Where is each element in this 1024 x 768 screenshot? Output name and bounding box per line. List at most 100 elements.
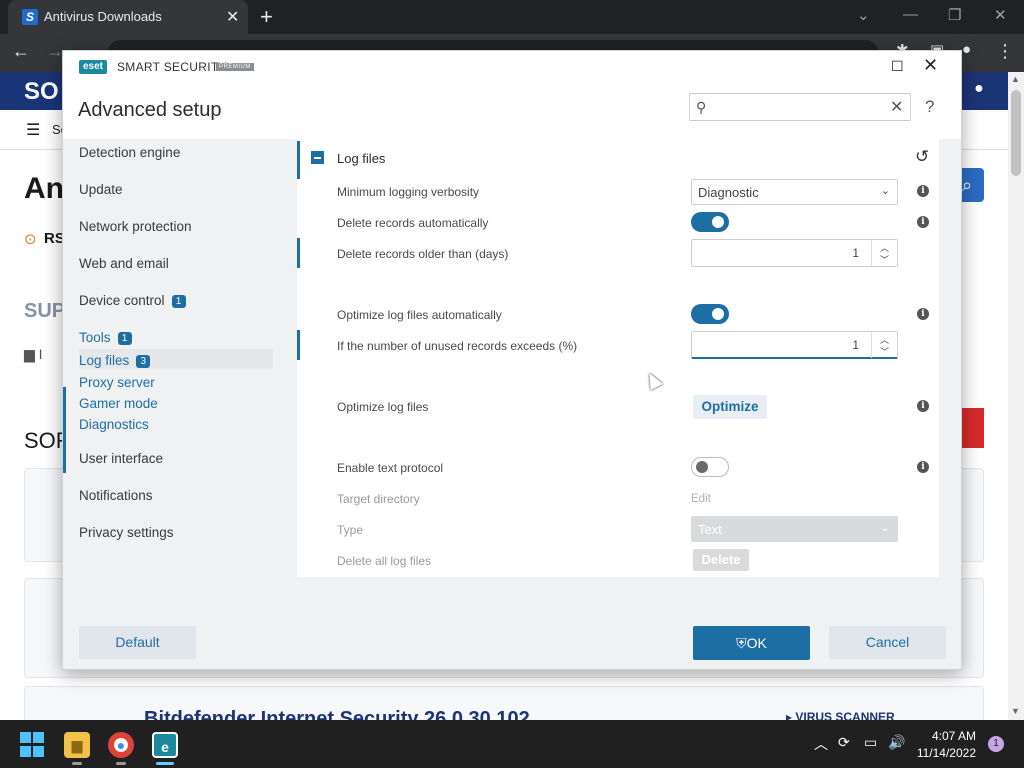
sidebar-item-label: Privacy settings — [79, 525, 174, 540]
stepper-arrows[interactable]: ︿ ﹀ — [871, 240, 897, 266]
toggle-knob — [696, 461, 708, 473]
changed-setting-marker — [297, 330, 300, 360]
collapse-section-icon[interactable] — [311, 151, 324, 164]
folder-label: I — [38, 346, 43, 362]
search-icon: ⚲ — [696, 99, 707, 115]
search-input[interactable]: ⚲ ✕ — [689, 93, 911, 121]
sidebar-item-detection-engine[interactable]: Detection engine — [79, 145, 180, 160]
scroll-up-icon[interactable]: ▲ — [1011, 74, 1020, 84]
info-icon[interactable]: i — [917, 185, 929, 197]
category-label: ▸ VIRUS SCANNER — [786, 710, 895, 720]
setting-label: Delete all log files — [337, 554, 432, 568]
optimize-logs-toggle[interactable] — [691, 304, 729, 324]
setting-label: If the number of unused records exceeds … — [337, 339, 578, 353]
site-favicon-icon: S — [22, 9, 38, 25]
cancel-button[interactable]: Cancel — [829, 626, 946, 659]
delete-button[interactable]: Delete — [693, 549, 749, 571]
tab-search-icon[interactable]: ⌄ — [857, 6, 870, 24]
close-tab-icon[interactable]: ✕ — [226, 7, 239, 27]
eset-tray-icon[interactable]: ⟳ — [838, 734, 850, 751]
info-icon[interactable]: i — [917, 400, 929, 412]
back-icon[interactable]: ← — [12, 41, 30, 62]
sidebar-item-label: Diagnostics — [79, 417, 149, 432]
edit-directory-link[interactable]: Edit — [691, 493, 711, 505]
revert-icon[interactable]: ↺ — [915, 147, 929, 167]
close-window-icon[interactable]: ✕ — [994, 6, 1007, 24]
default-button[interactable]: Default — [79, 626, 196, 659]
site-logo[interactable]: SO — [24, 78, 59, 106]
eset-taskbar-icon[interactable]: e — [152, 732, 178, 758]
chevron-down-icon[interactable]: ﹀ — [880, 253, 889, 266]
browser-tab[interactable]: S Antivirus Downloads ✕ — [8, 0, 248, 34]
clock-time[interactable]: 4:07 AM — [930, 729, 976, 743]
info-icon[interactable]: i — [917, 216, 929, 228]
count-badge: 3 — [136, 355, 151, 368]
chevron-down-icon[interactable]: ﹀ — [880, 345, 889, 358]
new-tab-button[interactable]: + — [260, 4, 273, 30]
verbosity-select[interactable]: Diagnostic ⌄ — [691, 179, 898, 205]
select-value: Text — [698, 522, 722, 537]
notification-badge[interactable]: 1 — [988, 736, 1004, 752]
maximize-icon[interactable]: ☐ — [891, 58, 904, 75]
chevron-down-icon: ⌄ — [880, 185, 890, 197]
sidebar-item-update[interactable]: Update — [79, 182, 123, 197]
settings-panel: Log files ↺ Minimum logging verbosity Di… — [297, 139, 939, 577]
help-icon[interactable]: ? — [925, 97, 934, 117]
network-icon[interactable]: ▭ — [864, 734, 877, 751]
chrome-icon[interactable]: ● — [108, 732, 134, 758]
download-button[interactable] — [960, 408, 984, 448]
sidebar-item-device-control[interactable]: Device control 1 — [79, 293, 186, 308]
section-title[interactable]: Log files — [337, 151, 385, 166]
type-select[interactable]: Text ⌄ — [691, 516, 898, 542]
text-protocol-toggle[interactable] — [691, 457, 729, 477]
sidebar-item-network-protection[interactable]: Network protection — [79, 219, 192, 234]
sidebar-item-log-files[interactable]: Log files 3 — [79, 353, 151, 368]
minimize-icon[interactable]: — — [903, 6, 918, 23]
menu-icon[interactable]: ⋮ — [996, 41, 1014, 62]
hamburger-menu-icon[interactable]: ☰ — [26, 120, 40, 140]
user-icon[interactable]: ● — [966, 80, 992, 102]
clear-search-icon[interactable]: ✕ — [890, 97, 903, 117]
running-indicator — [116, 762, 126, 765]
file-explorer-icon[interactable]: ▆ — [64, 732, 90, 758]
close-icon[interactable]: ✕ — [923, 55, 938, 76]
days-stepper[interactable]: 1 ︿ ﹀ — [691, 239, 898, 267]
scrollbar-thumb[interactable] — [1011, 90, 1021, 176]
product-title[interactable]: Bitdefender Internet Security 26.0.30.10… — [144, 708, 530, 720]
sidebar-item-label: Tools — [79, 330, 111, 345]
setting-label: Optimize log files automatically — [337, 308, 502, 322]
volume-icon[interactable]: 🔊 — [888, 734, 905, 751]
sidebar-item-privacy-settings[interactable]: Privacy settings — [79, 525, 174, 540]
ok-button[interactable]: ⛨OK — [693, 626, 810, 660]
shield-icon: ⛨ — [736, 635, 747, 651]
rss-icon[interactable]: ⊙ — [24, 230, 37, 248]
sidebar-item-notifications[interactable]: Notifications — [79, 488, 153, 503]
sidebar-item-label: Log files — [79, 353, 130, 368]
sidebar-item-gamer-mode[interactable]: Gamer mode — [79, 396, 158, 411]
info-icon[interactable]: i — [917, 461, 929, 473]
setting-label: Delete records automatically — [337, 216, 489, 230]
clock-date[interactable]: 11/14/2022 — [916, 746, 976, 760]
stepper-arrows[interactable]: ︿ ﹀ — [871, 332, 897, 358]
sidebar-item-user-interface[interactable]: User interface — [79, 451, 163, 466]
sidebar-item-web-and-email[interactable]: Web and email — [79, 256, 169, 271]
sidebar-item-label: User interface — [79, 451, 164, 466]
sidebar-item-diagnostics[interactable]: Diagnostics — [79, 417, 149, 432]
start-icon[interactable] — [20, 732, 46, 758]
active-indicator — [156, 762, 174, 765]
select-value: Diagnostic — [698, 185, 759, 200]
delete-records-toggle[interactable] — [691, 212, 729, 232]
setting-label: Type — [337, 523, 364, 537]
unused-records-stepper[interactable]: 1 ︿ ﹀ — [691, 331, 898, 359]
optimize-button[interactable]: Optimize — [693, 395, 767, 419]
restore-icon[interactable]: ❐ — [948, 6, 961, 24]
sidebar-item-tools[interactable]: Tools 1 — [79, 330, 132, 345]
edition-badge: PREMIUM — [216, 63, 254, 71]
chevron-down-icon: ⌄ — [880, 522, 890, 534]
info-icon[interactable]: i — [917, 308, 929, 320]
show-hidden-icons-icon[interactable]: ︿ — [814, 734, 828, 754]
scroll-down-icon[interactable]: ▼ — [1011, 706, 1020, 716]
profile-icon[interactable]: ● — [962, 41, 971, 58]
sidebar-item-proxy-server[interactable]: Proxy server — [79, 375, 155, 390]
site-heading: An — [24, 172, 64, 205]
